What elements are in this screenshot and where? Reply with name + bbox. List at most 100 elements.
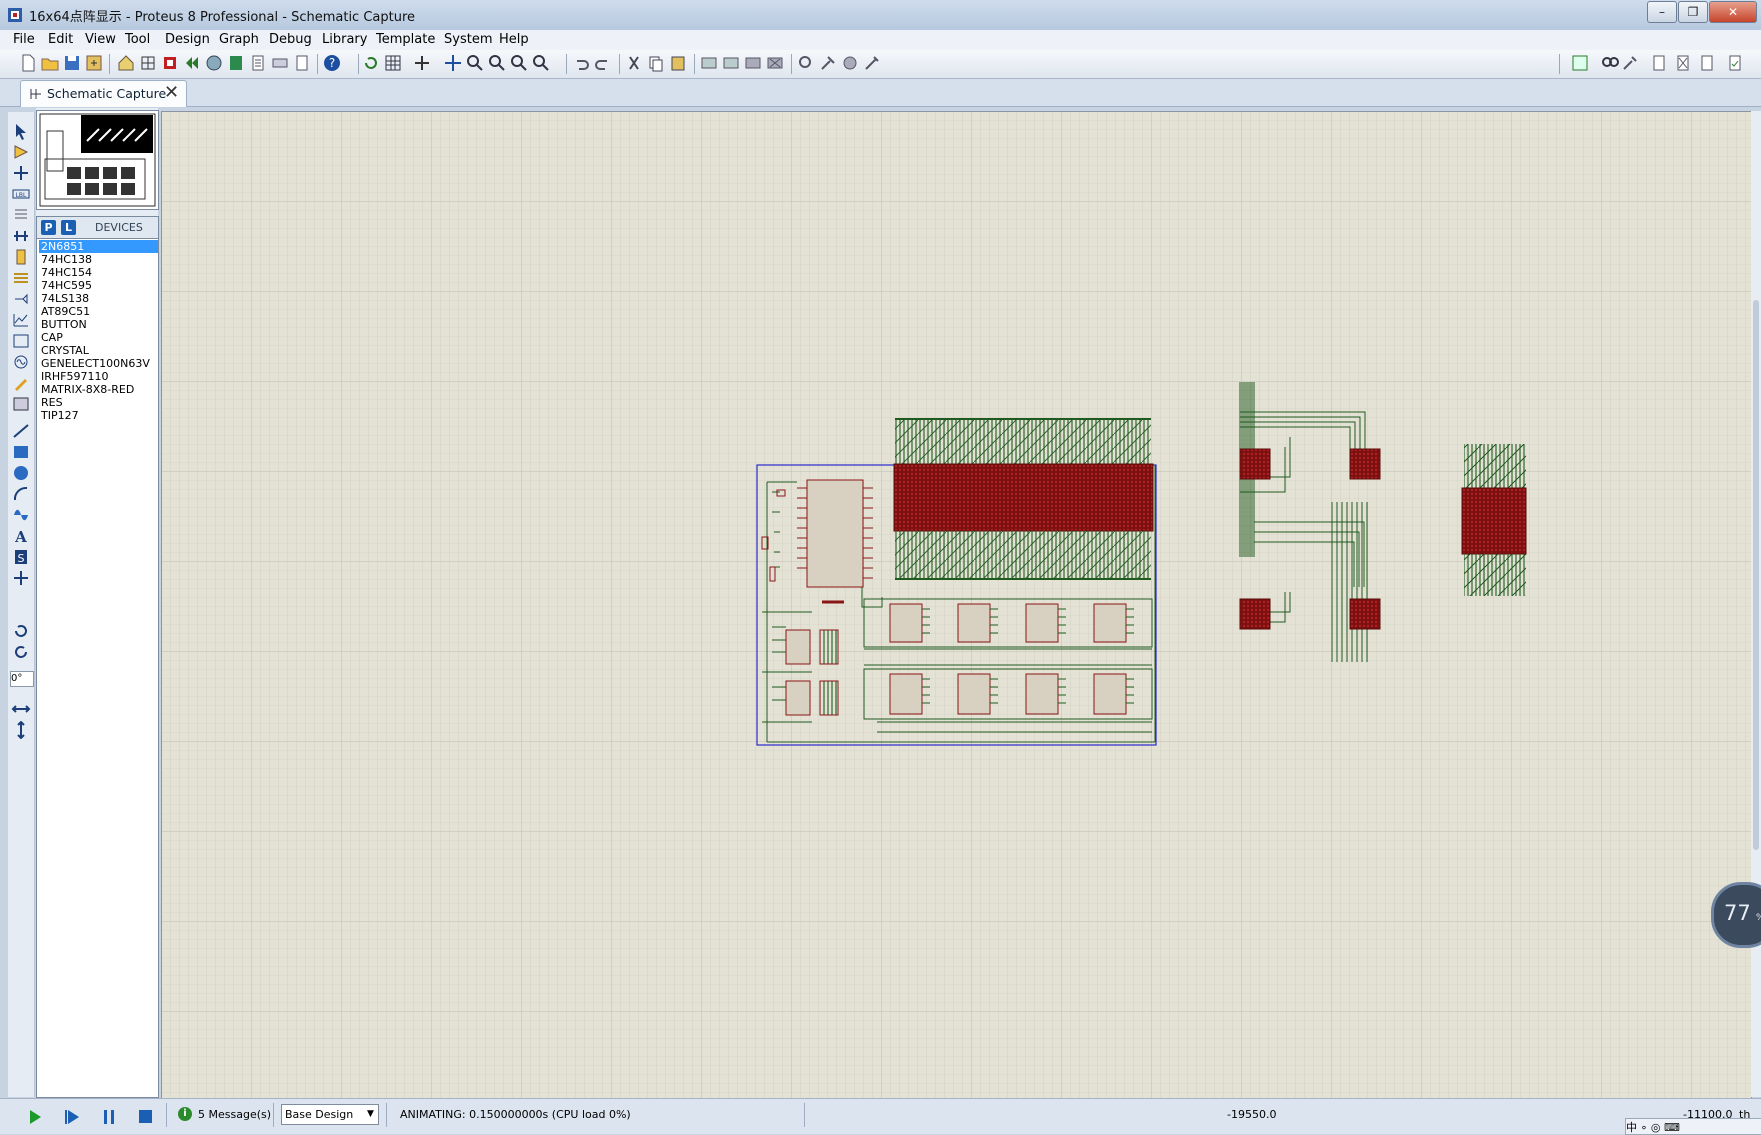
menu-template[interactable]: Template xyxy=(376,32,435,47)
step-icon[interactable] xyxy=(62,1107,84,1127)
pcb-layout-icon[interactable] xyxy=(160,53,180,73)
device-item-cap[interactable]: CAP xyxy=(39,331,158,344)
menu-file[interactable]: File xyxy=(13,32,35,47)
zoom-all-icon[interactable] xyxy=(509,53,529,73)
rotate-clockwise-icon[interactable] xyxy=(11,622,31,640)
voltage-probe-icon[interactable] xyxy=(11,374,31,392)
virtual-instruments-icon[interactable] xyxy=(11,395,31,413)
3d-view-icon[interactable] xyxy=(204,53,224,73)
box-draw-icon[interactable] xyxy=(11,443,31,461)
menu-library[interactable]: Library xyxy=(322,32,367,47)
vertical-scroll-thumb[interactable] xyxy=(1753,300,1759,850)
menu-design[interactable]: Design xyxy=(165,32,210,47)
overview-window[interactable] xyxy=(36,110,159,210)
pick-device-icon[interactable] xyxy=(796,53,816,73)
zoom-area-icon[interactable] xyxy=(531,53,551,73)
device-item-button[interactable]: BUTTON xyxy=(39,318,158,331)
report-icon[interactable] xyxy=(1725,53,1745,73)
selection-mode-icon[interactable] xyxy=(11,122,31,140)
menu-tool[interactable]: Tool xyxy=(125,32,150,47)
menu-debug[interactable]: Debug xyxy=(269,32,312,47)
menu-edit[interactable]: Edit xyxy=(48,32,73,47)
minimize-button[interactable]: – xyxy=(1647,1,1677,23)
device-item-74hc138[interactable]: 74HC138 xyxy=(39,253,158,266)
graph-mode-icon[interactable] xyxy=(11,311,31,329)
device-item-genelect100n63v[interactable]: GENELECT100N63V xyxy=(39,357,158,370)
menu-system[interactable]: System xyxy=(444,32,492,47)
make-device-icon[interactable] xyxy=(818,53,838,73)
zoom-in-icon[interactable] xyxy=(465,53,485,73)
open-folder-icon[interactable] xyxy=(40,53,60,73)
rotate-anticlockwise-icon[interactable] xyxy=(11,643,31,661)
close-window-button[interactable]: ✕ xyxy=(1709,1,1757,23)
notes-icon[interactable] xyxy=(292,53,312,73)
pick-devices-button[interactable]: P xyxy=(41,220,56,235)
buses-icon[interactable] xyxy=(11,227,31,245)
source-code-icon[interactable] xyxy=(270,53,290,73)
undo-icon[interactable] xyxy=(571,53,591,73)
device-item-crystal[interactable]: CRYSTAL xyxy=(39,344,158,357)
bom-icon[interactable] xyxy=(248,53,268,73)
zoom-out-icon[interactable] xyxy=(487,53,507,73)
circle-draw-icon[interactable] xyxy=(11,464,31,482)
device-item-matrix-8x8-red[interactable]: MATRIX-8X8-RED xyxy=(39,383,158,396)
pan-icon[interactable] xyxy=(443,53,463,73)
line-draw-icon[interactable] xyxy=(11,422,31,440)
wire-autorouter-icon[interactable] xyxy=(1570,53,1590,73)
device-pins-icon[interactable] xyxy=(11,290,31,308)
packaging-tool-icon[interactable] xyxy=(840,53,860,73)
save-icon[interactable] xyxy=(62,53,82,73)
component-mode-icon[interactable] xyxy=(11,143,31,161)
origin-icon[interactable] xyxy=(412,53,432,73)
decompose-icon[interactable] xyxy=(862,53,882,73)
ime-toolbar[interactable]: 中 ∘ ◎ ⌨ xyxy=(1625,1118,1761,1135)
tape-recorder-icon[interactable] xyxy=(11,332,31,350)
menu-view[interactable]: View xyxy=(85,32,116,47)
path-draw-icon[interactable] xyxy=(11,506,31,524)
import-icon[interactable] xyxy=(84,53,104,73)
design-explorer-icon[interactable] xyxy=(226,53,246,73)
close-tab-icon[interactable]: ✕ xyxy=(164,82,179,103)
stop-icon[interactable] xyxy=(134,1107,156,1127)
copy-icon[interactable] xyxy=(646,53,666,73)
design-variant-select[interactable]: Base Design ▼ xyxy=(281,1104,379,1125)
remove-sheet-icon[interactable] xyxy=(1673,53,1693,73)
text-draw-icon[interactable]: A xyxy=(11,527,31,545)
text-script-icon[interactable] xyxy=(11,206,31,224)
mirror-vertical-icon[interactable] xyxy=(11,721,31,739)
generator-icon[interactable] xyxy=(11,353,31,371)
exit-to-parent-icon[interactable] xyxy=(1697,53,1717,73)
gerber-icon[interactable] xyxy=(182,53,202,73)
device-item-74ls138[interactable]: 74LS138 xyxy=(39,292,158,305)
mirror-horizontal-icon[interactable] xyxy=(11,700,31,718)
block-rotate-icon[interactable] xyxy=(743,53,763,73)
tab-schematic-capture[interactable]: Schematic Capture ✕ xyxy=(20,80,187,107)
terminals-icon[interactable] xyxy=(11,269,31,287)
device-item-74hc595[interactable]: 74HC595 xyxy=(39,279,158,292)
help-icon[interactable]: ? xyxy=(322,53,342,73)
device-item-at89c51[interactable]: AT89C51 xyxy=(39,305,158,318)
paste-icon[interactable] xyxy=(668,53,688,73)
subcircuit-icon[interactable] xyxy=(11,248,31,266)
device-item-res[interactable]: RES xyxy=(39,396,158,409)
new-file-icon[interactable] xyxy=(18,53,38,73)
block-delete-icon[interactable] xyxy=(765,53,785,73)
device-item-irhf597110[interactable]: IRHF597110 xyxy=(39,370,158,383)
cut-icon[interactable] xyxy=(624,53,644,73)
rotation-angle-field[interactable]: 0° xyxy=(10,671,34,687)
message-count[interactable]: 5 Message(s) xyxy=(198,1108,271,1121)
markers-icon[interactable] xyxy=(11,569,31,587)
symbol-draw-icon[interactable]: S xyxy=(11,548,31,566)
device-item-tip127[interactable]: TIP127 xyxy=(39,409,158,422)
block-move-icon[interactable] xyxy=(721,53,741,73)
device-item-74hc154[interactable]: 74HC154 xyxy=(39,266,158,279)
block-copy-icon[interactable] xyxy=(699,53,719,73)
redo-icon[interactable] xyxy=(593,53,613,73)
junction-dot-icon[interactable] xyxy=(11,164,31,182)
wire-label-icon[interactable]: LBL xyxy=(11,185,31,203)
grid-toggle-icon[interactable] xyxy=(383,53,403,73)
menu-graph[interactable]: Graph xyxy=(219,32,259,47)
menu-help[interactable]: Help xyxy=(499,32,529,47)
schematic-icon[interactable] xyxy=(138,53,158,73)
performance-meter-widget[interactable]: 77 % xyxy=(1711,882,1761,948)
